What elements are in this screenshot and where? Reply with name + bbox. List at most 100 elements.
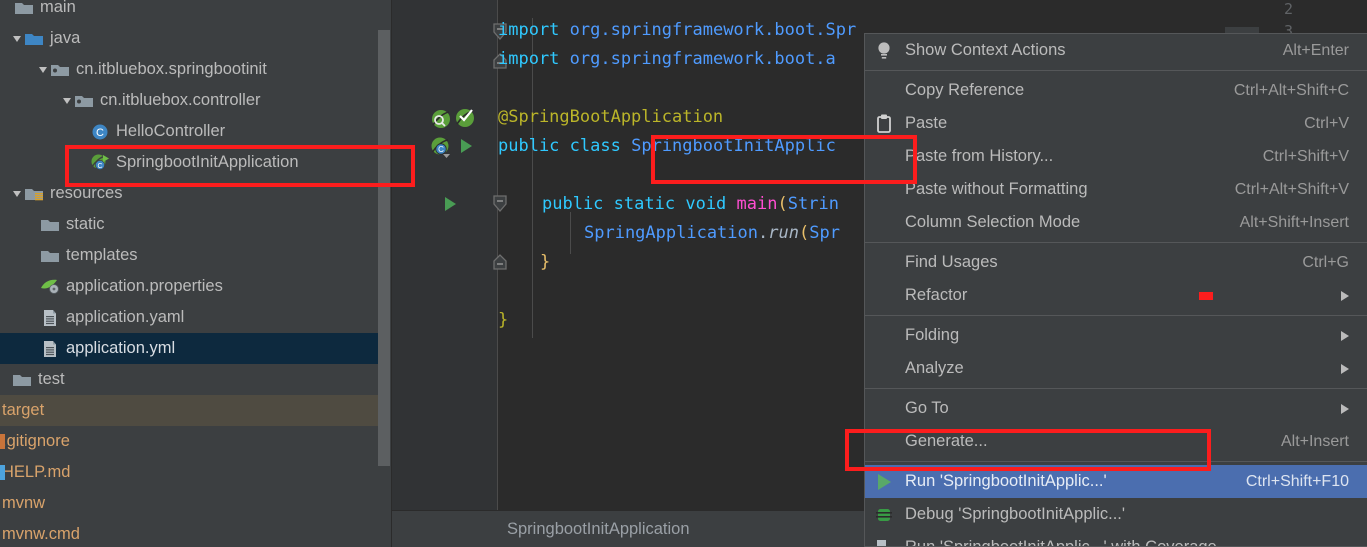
menu-item-label: Refactor (905, 286, 968, 304)
fold-end-icon[interactable] (492, 253, 508, 271)
tree-item-help-md[interactable]: HELP.md (0, 457, 378, 488)
tree-item-resources[interactable]: resources (0, 178, 378, 209)
token-class-name: SpringbootInitApplic (631, 136, 836, 156)
resources-folder-icon (25, 188, 43, 200)
svg-text:C: C (438, 145, 444, 154)
menu-item-paste-without-formatting[interactable]: Paste without Formatting Ctrl+Alt+Shift+V (865, 173, 1367, 206)
token-spring-application: SpringApplication (584, 223, 758, 243)
token-spr: Spr (809, 223, 840, 243)
debug-icon (876, 508, 892, 521)
line-number: 2 (1283, 0, 1293, 18)
menu-item-paste-from-history[interactable]: Paste from History... Ctrl+Shift+V (865, 140, 1367, 173)
tree-item--gitignore[interactable]: .gitignore (0, 426, 378, 457)
svg-text:C: C (96, 127, 104, 139)
tree-item-label: mvnw (2, 494, 46, 512)
tree-item-mvnw[interactable]: mvnw (0, 488, 378, 519)
menu-item-label: Analyze (905, 359, 964, 377)
svg-text:C: C (97, 163, 102, 170)
menu-item-copy-reference[interactable]: Copy Reference Ctrl+Alt+Shift+C (865, 74, 1367, 107)
menu-item-label: Go To (905, 399, 949, 417)
lightbulb-icon (878, 41, 890, 59)
tree-item-main[interactable]: main (0, 0, 378, 23)
menu-item-go-to[interactable]: Go To (865, 392, 1367, 425)
menu-item-refactor[interactable]: Refactor (865, 279, 1367, 312)
clipboard-icon (877, 114, 891, 133)
code-line-6: @SpringBootApplication (498, 107, 723, 127)
submenu-chevron-right-icon[interactable] (1341, 290, 1349, 301)
run-icon (878, 473, 891, 490)
run-gutter-icon[interactable] (457, 137, 475, 155)
token-dot: . (758, 223, 769, 243)
file-icon (0, 527, 5, 542)
menu-item-run-springbootinitapplic[interactable]: Run 'SpringbootInitApplic...' Ctrl+Shift+… (865, 465, 1367, 498)
tree-item-application-properties[interactable]: application.properties (0, 271, 378, 302)
package-icon (51, 64, 69, 76)
submenu-chevron-right-icon[interactable] (1341, 403, 1349, 414)
code-line-9: public static void main(Strin (542, 194, 839, 214)
editor-gutter[interactable] (392, 0, 498, 547)
menu-item-generate[interactable]: Generate... Alt+Insert (865, 425, 1367, 458)
tree-item-hellocontroller[interactable]: C HelloController (0, 116, 378, 147)
tree-item-java[interactable]: java (0, 23, 378, 54)
coverage-icon (877, 539, 886, 546)
tree-item-springbootinitapplication[interactable]: C SpringbootInitApplication (0, 147, 378, 178)
menu-separator (865, 242, 1367, 243)
token-package: org.springframework.boot.a (569, 49, 836, 69)
folder-icon (15, 2, 33, 14)
token-paren: ( (777, 194, 788, 214)
tree-expand-arrow[interactable] (13, 190, 21, 197)
spring-boot-class-gutter-icon[interactable]: C (430, 136, 452, 158)
token-brace: } (498, 310, 509, 330)
editor-context-menu[interactable]: Show Context Actions Alt+Enter Copy Refere… (864, 33, 1367, 547)
token-annotation: @SpringBootApplication (498, 107, 724, 127)
menu-item-show-context-actions[interactable]: Show Context Actions Alt+Enter (865, 34, 1367, 67)
tree-item-test[interactable]: test (0, 364, 378, 395)
project-tool-window[interactable]: main java cn.itbluebox.springbootinit cn.it… (0, 0, 391, 547)
menu-item-debug-springbootinitapplic[interactable]: Debug 'SpringbootInitApplic...' (865, 498, 1367, 531)
token-brace: } (540, 252, 551, 272)
tree-item-label: mvnw.cmd (2, 525, 80, 543)
token-import: import (498, 49, 560, 69)
submenu-chevron-right-icon[interactable] (1341, 363, 1349, 374)
tree-item-mvnw-cmd[interactable]: mvnw.cmd (0, 519, 378, 547)
tree-item-cn-itbluebox-springbootinit[interactable]: cn.itbluebox.springbootinit (0, 54, 378, 85)
menu-item-run-springbootinitapplic-with-coverage[interactable]: Run 'SpringbootInitApplic...' with Cover… (865, 531, 1367, 547)
tree-item-label: application.properties (66, 277, 223, 295)
java-class-icon: C (92, 124, 108, 139)
breadcrumb-class[interactable]: SpringbootInitApplication (507, 520, 690, 539)
tree-item-label: resources (50, 184, 123, 202)
file-icon (0, 496, 5, 511)
menu-item-column-selection-mode[interactable]: Column Selection Mode Alt+Shift+Insert (865, 206, 1367, 239)
tree-expand-arrow[interactable] (39, 66, 47, 73)
tree-item-target[interactable]: target (0, 395, 378, 426)
menu-item-label: Run 'SpringbootInitApplic...' with Cover… (905, 538, 1217, 547)
fold-collapse-icon[interactable] (492, 194, 508, 214)
menu-separator (865, 461, 1367, 462)
spring-bean-search-icon[interactable] (430, 108, 452, 130)
menu-item-label: Copy Reference (905, 81, 1025, 99)
menu-item-find-usages[interactable]: Find Usages Ctrl+G (865, 246, 1367, 279)
tree-item-application-yml[interactable]: application.yml (0, 333, 378, 364)
menu-item-folding[interactable]: Folding (865, 319, 1367, 352)
tree-item-label: HELP.md (2, 463, 71, 481)
menu-item-label: Paste without Formatting (905, 180, 1088, 198)
spring-bean-check-icon[interactable] (454, 107, 476, 129)
run-gutter-icon[interactable] (441, 195, 459, 213)
menu-item-paste[interactable]: Paste Ctrl+V (865, 107, 1367, 140)
tree-item-templates[interactable]: templates (0, 240, 378, 271)
menu-item-shortcut: Ctrl+G (1302, 253, 1349, 271)
tree-item-label: cn.itbluebox.controller (100, 91, 261, 109)
menu-item-shortcut: Ctrl+Shift+F10 (1245, 472, 1349, 490)
submenu-chevron-right-icon[interactable] (1341, 330, 1349, 341)
tree-item-cn-itbluebox-controller[interactable]: cn.itbluebox.controller (0, 85, 378, 116)
tree-expand-arrow[interactable] (63, 97, 71, 104)
menu-separator (865, 70, 1367, 71)
ide-window: main java cn.itbluebox.springbootinit cn.it… (0, 0, 1367, 547)
tree-item-static[interactable]: static (0, 209, 378, 240)
menu-item-analyze[interactable]: Analyze (865, 352, 1367, 385)
tree-vertical-scrollbar[interactable] (378, 30, 390, 466)
token-paren: ( (798, 223, 810, 243)
tree-item-application-yaml[interactable]: application.yaml (0, 302, 378, 333)
token-class: class (569, 136, 621, 156)
tree-expand-arrow[interactable] (13, 35, 21, 42)
